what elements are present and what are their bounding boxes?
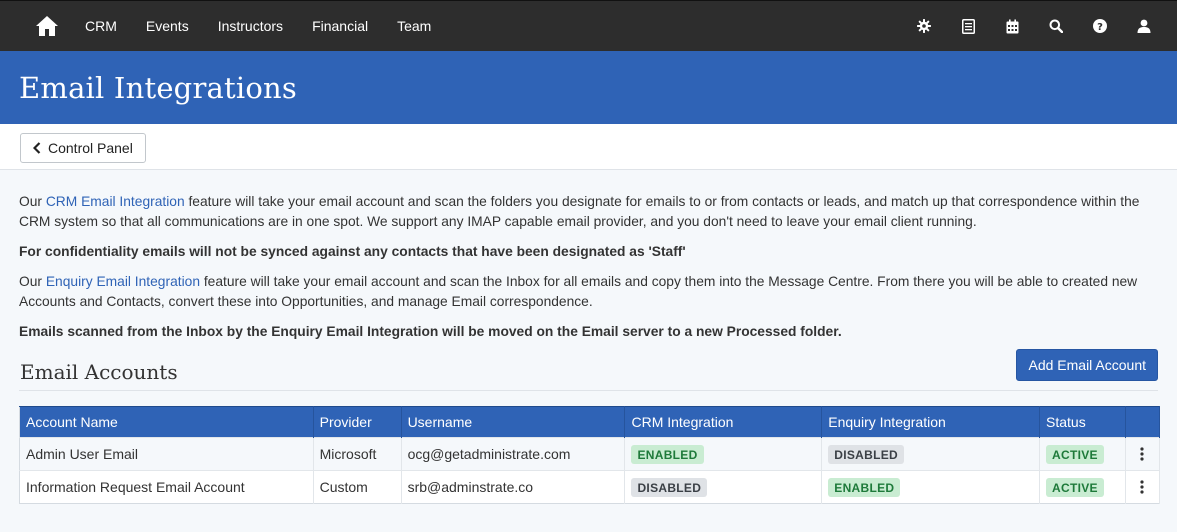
gear-icon[interactable] xyxy=(916,18,932,34)
table-row[interactable]: Information Request Email Account Custom… xyxy=(19,470,1161,504)
column-account-name[interactable]: Account Name xyxy=(19,406,314,438)
action-bar: Control Panel xyxy=(0,124,1177,170)
account-status-badge: ACTIVE xyxy=(1046,444,1104,464)
crm-email-integration-link[interactable]: CRM Email Integration xyxy=(46,194,185,209)
top-navigation: CRM Events Instructors Financial Team ? xyxy=(0,0,1177,51)
nav-utility-icons: ? xyxy=(888,18,1152,34)
nav-item-events[interactable]: Events xyxy=(146,18,189,34)
calendar-icon[interactable] xyxy=(1004,18,1020,34)
page-title: Email Integrations xyxy=(19,70,297,105)
nav-menu: CRM Events Instructors Financial Team xyxy=(85,18,460,34)
enquiry-cell: DISABLED xyxy=(821,437,1041,471)
username-cell: srb@adminstrate.co xyxy=(401,470,626,504)
account-name-cell: Admin User Email xyxy=(19,437,314,471)
crm-cell: DISABLED xyxy=(624,470,823,504)
chevron-left-icon xyxy=(33,142,41,154)
column-enquiry-integration[interactable]: Enquiry Integration xyxy=(821,406,1041,438)
crm-cell: ENABLED xyxy=(624,437,823,471)
processed-folder-note: Emails scanned from the Inbox by the Enq… xyxy=(19,324,842,339)
email-accounts-table: Account Name Provider Username CRM Integ… xyxy=(19,406,1161,504)
column-actions xyxy=(1125,406,1161,438)
actions-cell xyxy=(1125,437,1161,471)
email-accounts-heading: Email Accounts xyxy=(20,360,178,384)
username-cell: ocg@getadministrate.com xyxy=(401,437,626,471)
provider-cell: Microsoft xyxy=(313,437,402,471)
enquiry-email-integration-link[interactable]: Enquiry Email Integration xyxy=(46,274,200,289)
home-icon[interactable] xyxy=(35,15,59,37)
confidentiality-note: For confidentiality emails will not be s… xyxy=(19,244,686,259)
help-icon[interactable]: ? xyxy=(1092,18,1108,34)
nav-item-team[interactable]: Team xyxy=(397,18,431,34)
nav-item-financial[interactable]: Financial xyxy=(312,18,368,34)
kebab-menu-icon[interactable] xyxy=(1132,480,1153,494)
status-cell: ACTIVE xyxy=(1039,470,1126,504)
crm-status-badge: ENABLED xyxy=(631,444,704,464)
account-name-cell: Information Request Email Account xyxy=(19,470,314,504)
control-panel-label: Control Panel xyxy=(48,140,133,156)
control-panel-button[interactable]: Control Panel xyxy=(20,133,146,163)
crm-status-badge: DISABLED xyxy=(631,477,708,497)
add-email-account-button[interactable]: Add Email Account xyxy=(1016,349,1158,381)
account-status-badge: ACTIVE xyxy=(1046,477,1104,497)
enquiry-integration-description: Our Enquiry Email Integration feature wi… xyxy=(19,272,1158,312)
nav-item-crm[interactable]: CRM xyxy=(85,18,117,34)
actions-cell xyxy=(1125,470,1161,504)
document-icon[interactable] xyxy=(960,18,976,34)
provider-cell: Custom xyxy=(313,470,402,504)
column-username[interactable]: Username xyxy=(401,406,626,438)
column-provider[interactable]: Provider xyxy=(313,406,402,438)
column-status[interactable]: Status xyxy=(1039,406,1126,438)
status-cell: ACTIVE xyxy=(1039,437,1126,471)
enquiry-status-badge: DISABLED xyxy=(828,444,905,464)
table-header-row: Account Name Provider Username CRM Integ… xyxy=(19,406,1161,438)
search-icon[interactable] xyxy=(1048,18,1064,34)
user-icon[interactable] xyxy=(1136,18,1152,34)
column-crm-integration[interactable]: CRM Integration xyxy=(624,406,823,438)
text: feature will take your email account and… xyxy=(19,194,1140,229)
enquiry-status-badge: ENABLED xyxy=(828,477,901,497)
text: Our xyxy=(19,274,46,289)
crm-integration-description: Our CRM Email Integration feature will t… xyxy=(19,192,1158,232)
svg-text:?: ? xyxy=(1097,22,1103,33)
table-row[interactable]: Admin User Email Microsoft ocg@getadmini… xyxy=(19,437,1161,471)
page-header: Email Integrations xyxy=(0,51,1177,124)
enquiry-cell: ENABLED xyxy=(821,470,1041,504)
nav-item-instructors[interactable]: Instructors xyxy=(218,18,283,34)
text: Our xyxy=(19,194,46,209)
kebab-menu-icon[interactable] xyxy=(1132,447,1153,461)
email-accounts-header: Email Accounts Add Email Account xyxy=(19,349,1158,391)
main-content: Our CRM Email Integration feature will t… xyxy=(0,170,1177,504)
